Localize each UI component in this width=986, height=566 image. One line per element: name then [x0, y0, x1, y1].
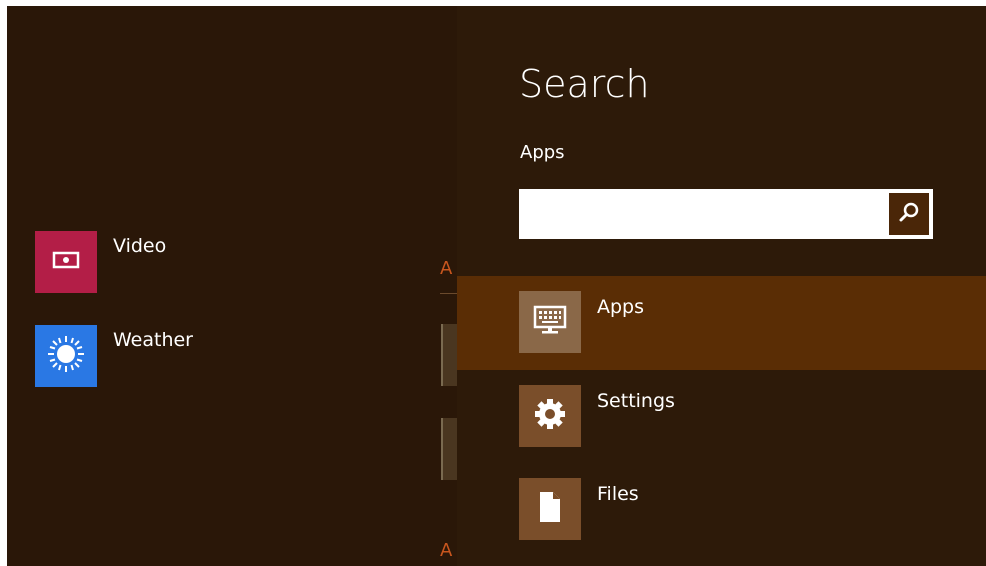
scope-label-files: Files [597, 483, 639, 505]
scope-files[interactable]: Files [457, 463, 986, 557]
search-charm: Search Apps Apps Settings Files [457, 6, 986, 566]
group-header-a[interactable]: A [440, 540, 452, 561]
start-screen: Video Weather A A Search Apps Apps Setti… [7, 6, 986, 566]
weather-tile[interactable] [35, 325, 97, 387]
video-tile[interactable] [35, 231, 97, 293]
scope-settings-tile [519, 385, 581, 447]
app-label-video: Video [113, 235, 167, 257]
search-box [519, 189, 933, 239]
scope-label-settings: Settings [597, 390, 675, 412]
scope-settings[interactable]: Settings [457, 370, 986, 464]
scope-apps-tile [519, 291, 581, 353]
sun-icon [46, 334, 86, 378]
file-icon [530, 487, 570, 531]
charm-title: Search [519, 62, 650, 106]
gear-icon [530, 394, 570, 438]
scope-files-tile [519, 478, 581, 540]
search-scope-label[interactable]: Apps [520, 142, 565, 163]
keyboard-icon [530, 300, 570, 344]
scope-apps[interactable]: Apps [457, 276, 986, 370]
search-input[interactable] [520, 190, 880, 238]
search-icon [898, 201, 920, 227]
group-header-a[interactable]: A [440, 258, 452, 279]
scope-label-apps: Apps [597, 296, 645, 318]
video-icon [52, 250, 80, 274]
app-label-weather: Weather [113, 329, 193, 351]
app-video[interactable]: Video [35, 231, 166, 293]
app-weather[interactable]: Weather [35, 325, 193, 387]
search-button[interactable] [889, 193, 929, 235]
